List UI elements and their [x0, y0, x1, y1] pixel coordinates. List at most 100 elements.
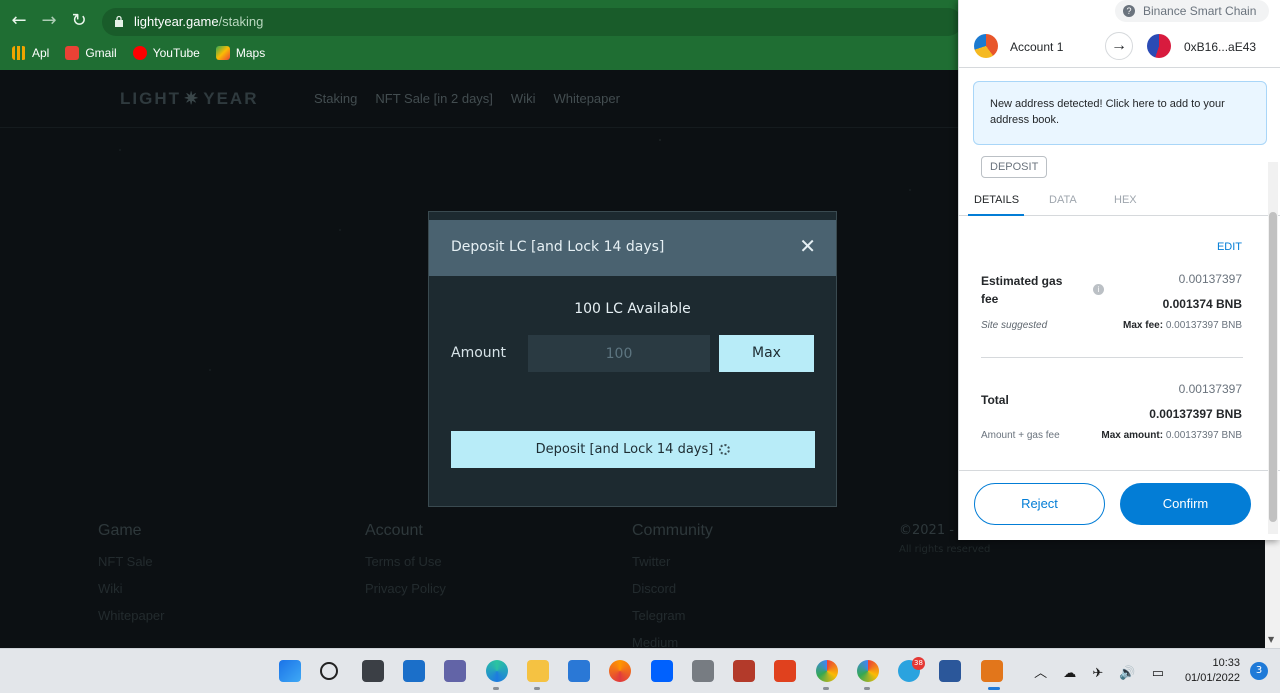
tx-tabs: DETAILS DATA HEX — [959, 186, 1280, 216]
question-icon: ? — [1123, 5, 1135, 17]
task-view-icon[interactable] — [362, 660, 384, 682]
footer-title: Game — [98, 522, 142, 539]
mail-icon[interactable] — [568, 660, 590, 682]
footer-link[interactable]: Medium — [632, 635, 713, 648]
footer-title: Community — [632, 522, 713, 539]
account-to[interactable]: 0xB16...aE43 — [1184, 40, 1256, 54]
chrome-profile-icon[interactable] — [857, 660, 879, 682]
account-avatar-to — [1147, 34, 1171, 58]
bookmark-maps[interactable]: Maps — [215, 46, 266, 60]
bookmark-label: Maps — [235, 46, 266, 60]
running-indicator — [534, 687, 540, 690]
youtube-icon — [132, 46, 147, 60]
max-button[interactable]: Max — [719, 335, 814, 372]
nav-nft-sale[interactable]: NFT Sale [in 2 days] — [375, 91, 493, 106]
footer-title: Account — [365, 522, 423, 539]
bookmark-label: Apl — [32, 46, 50, 60]
running-indicator — [823, 687, 829, 690]
bookmark-gmail[interactable]: Gmail — [65, 46, 117, 60]
network-selector[interactable]: ? Binance Smart Chain — [1115, 0, 1269, 22]
max-amount: Max amount: 0.00137397 BNB — [1101, 430, 1242, 441]
start-icon[interactable] — [279, 660, 301, 682]
bookmark-youtube[interactable]: YouTube — [132, 46, 200, 60]
total-value: 0.00137397 BNB — [1149, 407, 1242, 421]
tab-details[interactable]: DETAILS — [974, 194, 1019, 206]
footer-link[interactable]: Wiki — [98, 581, 164, 596]
deposit-button[interactable]: Deposit [and Lock 14 days] — [451, 431, 815, 468]
footer-link[interactable]: Privacy Policy — [365, 581, 446, 596]
action-footer: Reject Confirm — [959, 470, 1280, 540]
footer-link[interactable]: NFT Sale — [98, 554, 164, 569]
site-header: LIGHT ✷ YEAR Staking NFT Sale [in 2 days] … — [0, 70, 960, 128]
tab-hex[interactable]: HEX — [1114, 194, 1137, 206]
url-text: lightyear.game/staking — [134, 14, 264, 29]
address-bar[interactable]: lightyear.game/staking — [102, 8, 962, 36]
active-tab-indicator — [968, 214, 1024, 216]
available-balance: 100 LC Available — [574, 301, 691, 317]
word-icon[interactable] — [939, 660, 961, 682]
new-address-notice[interactable]: New address detected! Click here to add … — [973, 81, 1267, 145]
tray-icons[interactable]: ︿ ☁ ✈ 🔊 ▭ — [1034, 662, 1170, 681]
account-from[interactable]: Account 1 — [1010, 40, 1063, 54]
calculator-icon[interactable] — [692, 660, 714, 682]
office-icon[interactable] — [774, 660, 796, 682]
deposit-button-label: Deposit [and Lock 14 days] — [535, 442, 714, 457]
nav-whitepaper[interactable]: Whitepaper — [553, 91, 619, 106]
footer-link[interactable]: Whitepaper — [98, 608, 164, 623]
nav-staking[interactable]: Staking — [314, 91, 357, 106]
widgets-icon[interactable] — [403, 660, 425, 682]
gas-fee-label: Estimated gas fee — [981, 274, 1063, 306]
tab-data[interactable]: DATA — [1049, 194, 1077, 206]
confirm-button[interactable]: Confirm — [1120, 483, 1251, 525]
dropbox-icon[interactable] — [651, 660, 673, 682]
amount-label: Amount — [451, 345, 507, 361]
bookmark-apps[interactable]: Apl — [12, 46, 49, 60]
file-explorer-icon[interactable] — [527, 660, 549, 682]
info-icon[interactable]: i — [1093, 284, 1104, 295]
loading-spinner-icon — [719, 444, 731, 455]
reject-button[interactable]: Reject — [974, 483, 1105, 525]
apps-grid-icon — [12, 46, 26, 60]
back-arrow-icon[interactable]: ← — [8, 10, 30, 32]
gas-fee-fiat: 0.00137397 — [1178, 272, 1242, 286]
method-tag: DEPOSIT — [981, 156, 1048, 178]
network-name: Binance Smart Chain — [1143, 4, 1257, 18]
bookmark-label: YouTube — [152, 46, 200, 60]
taskbar: 38 ︿ ☁ ✈ 🔊 ▭ 10:33 01/01/2022 3 — [0, 648, 1280, 693]
active-indicator — [988, 687, 1000, 690]
amount-input[interactable] — [528, 335, 710, 372]
tx-details: EDIT Estimated gas fee i 0.00137397 0.001… — [959, 217, 1280, 469]
footer-link[interactable]: Terms of Use — [365, 554, 446, 569]
footer-link[interactable]: Discord — [632, 581, 713, 596]
winrar-icon[interactable] — [733, 660, 755, 682]
footer-link[interactable]: Twitter — [632, 554, 713, 569]
lock-icon — [115, 15, 123, 27]
footer-community: Community Twitter Discord Telegram Mediu… — [632, 522, 713, 648]
search-icon[interactable] — [320, 662, 338, 680]
clock[interactable]: 10:33 01/01/2022 — [1185, 656, 1240, 686]
metamask-fox-icon[interactable] — [981, 660, 1003, 682]
bookmark-label: Gmail — [85, 46, 117, 60]
forward-arrow-icon[interactable]: → — [38, 10, 60, 32]
lightyear-logo[interactable]: LIGHT ✷ YEAR — [120, 89, 258, 109]
chrome-icon[interactable] — [816, 660, 838, 682]
close-icon[interactable]: ✕ — [799, 234, 816, 258]
site-suggested: Site suggested — [981, 320, 1048, 331]
reload-icon[interactable]: ↻ — [68, 10, 90, 32]
nav-wiki[interactable]: Wiki — [511, 91, 536, 106]
gas-fee-value: 0.001374 BNB — [1162, 297, 1242, 311]
scroll-down-icon[interactable]: ▼ — [1268, 635, 1274, 644]
deposit-modal: Deposit LC [and Lock 14 days] ✕ 100 LC A… — [428, 211, 837, 507]
edge-icon[interactable] — [486, 660, 508, 682]
running-indicator — [864, 687, 870, 690]
total-label: Total — [981, 393, 1009, 407]
maps-icon — [215, 46, 230, 60]
teams-chat-icon[interactable] — [444, 660, 466, 682]
firefox-icon[interactable] — [609, 660, 631, 682]
notification-badge[interactable]: 3 — [1250, 662, 1268, 680]
bookmarks-bar: Apl Gmail YouTube Maps — [12, 42, 265, 64]
edit-gas-link[interactable]: EDIT — [1217, 241, 1242, 253]
scrollbar-thumb[interactable] — [1269, 212, 1277, 522]
footer-link[interactable]: Telegram — [632, 608, 713, 623]
popup-scrollbar[interactable] — [1268, 162, 1278, 534]
